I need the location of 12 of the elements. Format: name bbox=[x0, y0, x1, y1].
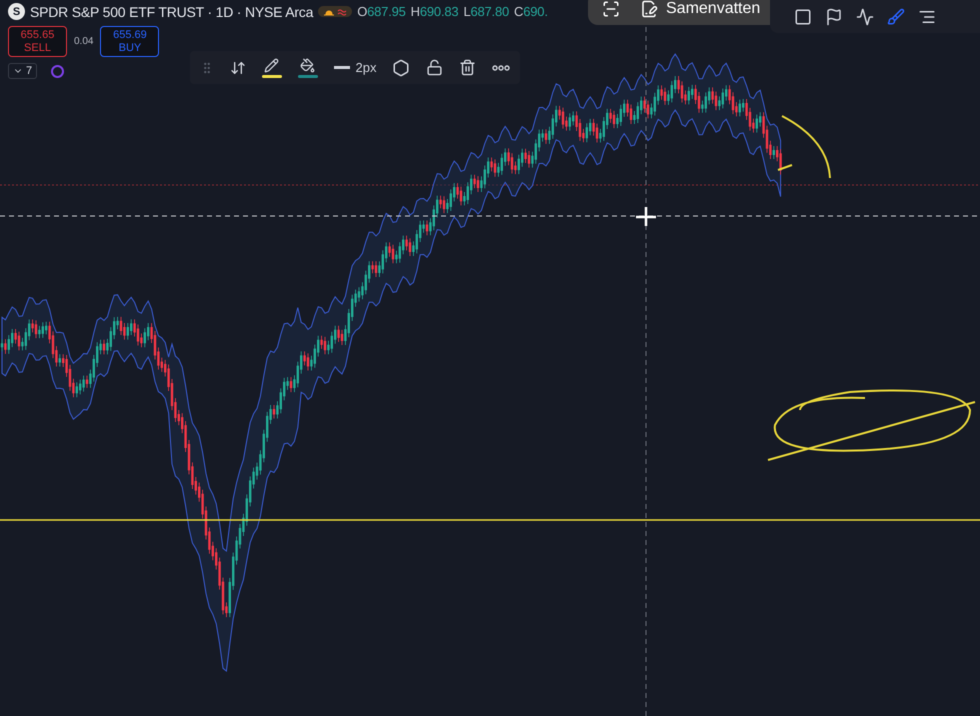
line-width-button[interactable]: 2px bbox=[334, 60, 376, 75]
buy-button[interactable]: 655.69 BUY bbox=[100, 26, 160, 57]
ohlc-value: H690.83 bbox=[410, 4, 458, 19]
indicators-toggle[interactable]: 7 bbox=[8, 63, 38, 79]
ohlc-value: L687.80 bbox=[463, 4, 510, 19]
spread-value: 0.04 bbox=[74, 36, 94, 47]
ohlc-value: C690. bbox=[514, 4, 548, 19]
summarize-button[interactable]: Samenvatten bbox=[640, 0, 760, 18]
sell-button[interactable]: 655.65 SELL bbox=[8, 26, 67, 57]
symbol-logo: S bbox=[8, 3, 25, 20]
ohlc-value: O687.95 bbox=[357, 4, 406, 19]
symbol-title[interactable]: SPDR S&P 500 ETF TRUST · 1D · NYSE Arca bbox=[30, 4, 314, 20]
